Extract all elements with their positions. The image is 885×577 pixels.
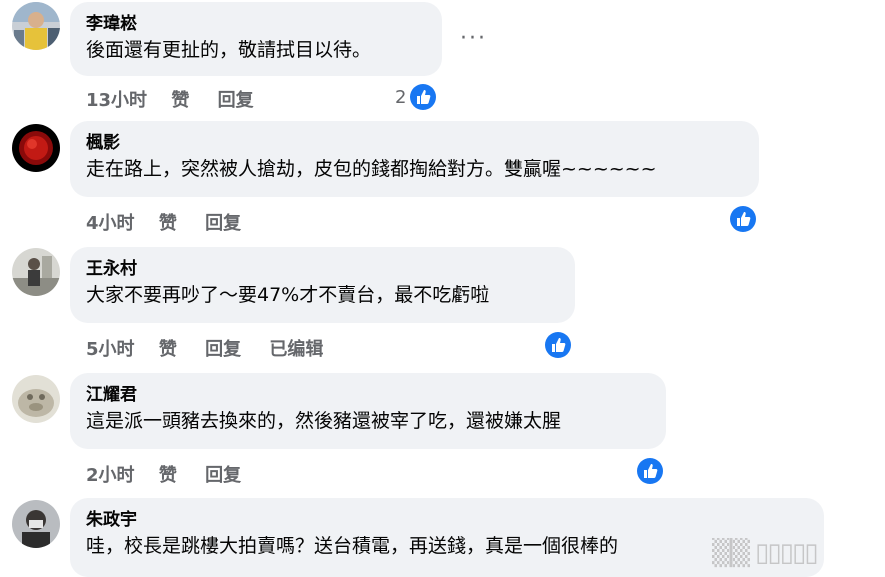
edited-label[interactable]: 已编辑 (269, 335, 323, 361)
commenter-name[interactable]: 朱政宇 (86, 508, 808, 532)
commenter-name[interactable]: 李瑋崧 (86, 12, 426, 36)
comment-text: 走在路上，突然被人搶劫，皮包的錢都掏給對方。雙贏喔~~~~~~ (86, 158, 657, 180)
comment-actions: 13小时 赞 回复 (86, 86, 276, 112)
avatar[interactable] (12, 500, 60, 548)
comment-bubble: 王永村 大家不要再吵了～要47%才不賣台，最不吃虧啦 (70, 247, 575, 323)
comment-timestamp[interactable]: 2小时 (86, 461, 135, 487)
reply-button[interactable]: 回复 (205, 209, 241, 235)
comment-bubble: 楓影 走在路上，突然被人搶劫，皮包的錢都掏給對方。雙贏喔~~~~~~ (70, 121, 759, 197)
comment-actions: 4小时 赞 回复 (86, 209, 263, 235)
comment-timestamp[interactable]: 4小时 (86, 209, 135, 235)
like-thumb-icon[interactable] (545, 332, 571, 358)
avatar[interactable] (12, 375, 60, 423)
like-button[interactable]: 赞 (171, 86, 189, 112)
like-button[interactable]: 赞 (159, 209, 177, 235)
comment-bubble: 江耀君 這是派一頭豬去換來的，然後豬還被宰了吃，還被嫌太腥 (70, 373, 666, 449)
comment-bubble: 李瑋崧 後面還有更扯的，敬請拭目以待。 (70, 2, 442, 76)
like-thumb-icon[interactable] (410, 84, 436, 110)
comment-timestamp[interactable]: 13小时 (86, 86, 147, 112)
comment-actions: 2小时 赞 回复 (86, 461, 263, 487)
like-thumb-icon[interactable] (730, 206, 756, 232)
comment-actions: 5小时 赞 回复 已编辑 (86, 335, 345, 361)
comment-timestamp[interactable]: 5小时 (86, 335, 135, 361)
comment-bubble: 朱政宇 哇，校長是跳樓大拍賣嗎？送台積電，再送錢，真是一個很棒的 (70, 498, 824, 577)
reaction-count[interactable]: 2 (395, 87, 406, 108)
commenter-name[interactable]: 江耀君 (86, 383, 650, 407)
like-button[interactable]: 赞 (159, 335, 177, 361)
commenter-name[interactable]: 王永村 (86, 257, 559, 281)
like-button[interactable]: 赞 (159, 461, 177, 487)
more-options-icon[interactable]: ··· (460, 26, 487, 51)
like-thumb-icon[interactable] (637, 458, 663, 484)
avatar[interactable] (12, 248, 60, 296)
comment-text: 後面還有更扯的，敬請拭目以待。 (86, 39, 372, 61)
commenter-name[interactable]: 楓影 (86, 131, 743, 155)
reply-button[interactable]: 回复 (205, 461, 241, 487)
reply-button[interactable]: 回复 (218, 86, 254, 112)
comment-text: 哇，校長是跳樓大拍賣嗎？送台積電，再送錢，真是一個很棒的 (86, 535, 619, 557)
avatar[interactable] (12, 2, 60, 50)
comment-text: 大家不要再吵了～要47%才不賣台，最不吃虧啦 (86, 284, 490, 306)
watermark-logo: ▒▒ ▯▯▯▯▯ (712, 538, 819, 568)
reply-button[interactable]: 回复 (205, 335, 241, 361)
comment-text: 這是派一頭豬去換來的，然後豬還被宰了吃，還被嫌太腥 (86, 410, 562, 432)
avatar[interactable] (12, 124, 60, 172)
